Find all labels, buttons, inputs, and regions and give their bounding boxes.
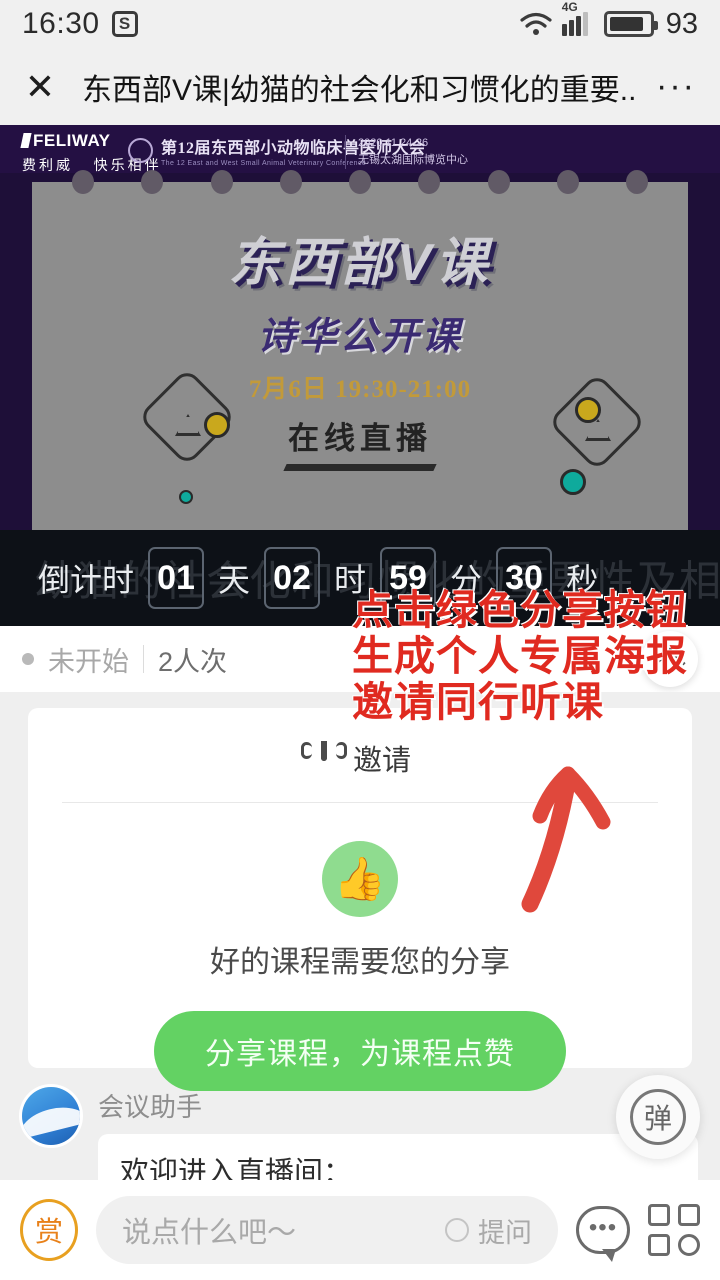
thumbs-up-icon: 👍 (322, 841, 398, 917)
countdown-background-title: 幼猫的社会化和习惯化的重要性及相关案例 (34, 557, 720, 605)
bottom-toolbar: 赏 说点什么吧～ 提问 ••• (0, 1180, 720, 1280)
radio-icon (445, 1218, 469, 1242)
banner-subtitle: 诗华公开课 (257, 316, 463, 358)
danmaku-icon: 弹 (630, 1089, 686, 1145)
decor-circle-yellow-left (204, 412, 230, 438)
share-card: 邀请 👍 好的课程需要您的分享 分享课程，为课程点赞 (28, 708, 692, 1091)
ime-icon: S (111, 11, 138, 37)
stage-dots (72, 170, 648, 194)
chat-sender-name: 会议助手 (98, 1092, 203, 1122)
countdown-hours: 02 (264, 547, 321, 609)
thumbs-up-glyph: 👍 (333, 855, 387, 902)
share-course-button[interactable]: 分享课程，为课程点赞 (154, 1011, 566, 1091)
status-bar: 16:30 S 4G 93 (0, 0, 720, 48)
trophy-icon (309, 741, 339, 775)
chat-bubble-icon[interactable]: ••• (576, 1206, 630, 1262)
wifi-icon (520, 12, 552, 35)
reward-button[interactable]: 赏 (20, 1199, 78, 1261)
countdown-hours-unit: 时 (334, 562, 367, 598)
countdown-label: 倒计时 (38, 562, 135, 598)
content-area: 邀请 👍 好的课程需要您的分享 分享课程，为课程点赞 会议助手 欢迎进入直播间：… (0, 692, 720, 1256)
invite-ranking-row[interactable]: 邀请 (28, 730, 692, 786)
battery-icon (603, 11, 658, 37)
status-bar-right: 4G 93 (519, 0, 698, 41)
danmaku-toggle-button[interactable]: 弹 (616, 1075, 700, 1159)
live-course-page: 16:30 S 4G 93 ✕ 东西部V课|幼猫的社会化和习惯化的重要.. ··… (0, 0, 720, 1280)
cellular-signal-icon: 4G (561, 0, 595, 36)
divider (143, 645, 144, 673)
title-bar: ✕ 东西部V课|幼猫的社会化和习惯化的重要.. ··· (0, 48, 720, 125)
banner-underline (283, 464, 437, 471)
page-title: 东西部V课|幼猫的社会化和习惯化的重要.. (82, 73, 635, 107)
live-status-label: 未开始 (48, 646, 129, 677)
conference-venue: 无锡太湖国际博览中心 (358, 154, 468, 167)
countdown-days-unit: 天 (218, 562, 251, 598)
brand-name-cn: 费利威 (22, 157, 73, 173)
live-status-row: 未开始 2人次 (0, 626, 720, 692)
message-input-placeholder: 说点什么吧～ (122, 1217, 297, 1249)
countdown-minutes-unit: 分 (450, 562, 483, 598)
countdown-minutes: 59 (380, 547, 437, 609)
battery-percent: 93 (665, 7, 698, 40)
share-note: 好的课程需要您的分享 (210, 946, 510, 979)
collapse-button[interactable] (642, 631, 698, 687)
network-type-label: 4G (561, 0, 578, 14)
conference-seal-icon (128, 138, 153, 163)
banner-main-title: 东西部V课 (228, 234, 492, 292)
decor-circle-yellow-right (575, 397, 601, 423)
avatar (22, 1087, 80, 1145)
countdown-bar: 幼猫的社会化和习惯化的重要性及相关案例 倒计时 01 天 02 时 59 分 3… (0, 530, 720, 626)
viewer-count: 2人次 (158, 646, 228, 677)
message-input[interactable]: 说点什么吧～ 提问 (96, 1196, 558, 1264)
close-icon[interactable]: ✕ (20, 68, 60, 105)
countdown-seconds-unit: 秒 (566, 562, 599, 598)
more-options-icon[interactable]: ··· (656, 67, 700, 106)
clock: 16:30 (22, 7, 100, 40)
ask-question-label: 提问 (478, 1217, 532, 1248)
banner-stage: 东西部V课 诗华公开课 7月6日 19:30-21:00 在线直播 (32, 170, 688, 530)
ask-question-toggle[interactable]: 提问 (445, 1211, 532, 1250)
conference-meta: 2020.11.24-26 无锡太湖国际博览中心 (345, 135, 468, 170)
countdown-days: 01 (148, 547, 205, 609)
decor-circle-teal-right (560, 469, 586, 495)
chevron-up-icon (654, 647, 686, 679)
invite-label: 邀请 (352, 745, 411, 777)
video-player[interactable]: FELIWAY 费利威 快乐相伴 第12届东西部小动物临床兽医师大会 The 1… (0, 125, 720, 530)
card-divider (62, 802, 658, 803)
decor-circle-teal-left (179, 490, 193, 504)
status-bar-left: 16:30 S (22, 7, 138, 41)
conference-date: 2020.11.24-26 (358, 137, 429, 149)
grid-menu-icon[interactable] (648, 1204, 700, 1256)
countdown-seconds: 30 (496, 547, 553, 609)
live-status-dot-icon (22, 653, 34, 665)
